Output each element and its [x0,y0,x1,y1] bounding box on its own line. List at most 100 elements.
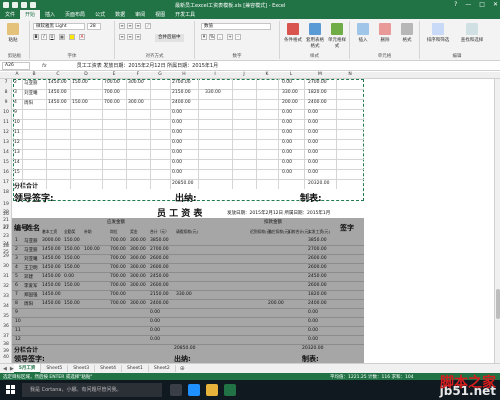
column-m[interactable]: M [304,72,336,77]
font-size-select[interactable]: 28 [87,23,101,30]
table-cell[interactable]: 0.00 [308,319,318,324]
align-left-icon[interactable]: ≡ [119,34,125,40]
paste-button[interactable]: 粘贴 [4,23,22,43]
cell[interactable]: 2400.00 [172,100,191,105]
row-number[interactable]: 34 [0,304,12,309]
sheet-tab-5yue[interactable]: 5月工资 [13,363,42,374]
table-cell[interactable]: 0.00 [308,337,318,342]
tab-insert[interactable]: 插入 [40,10,60,19]
sheet-tab-sheet3[interactable]: Sheet3 [68,365,96,372]
cell[interactable]: 10 [14,120,20,125]
table-cell[interactable]: 2 [15,247,18,252]
font-color-icon[interactable]: A [79,34,85,40]
table-cell[interactable]: 李爱军 [24,283,38,289]
row-number[interactable]: 32 [0,284,12,289]
table-cell[interactable]: 150.00 [64,256,80,261]
row-number[interactable]: 13 [0,140,12,145]
row-number[interactable]: 15 [0,160,12,165]
column-n[interactable]: N [336,72,364,77]
tab-file[interactable]: 文件 [0,10,20,19]
row-number[interactable]: 12 [0,130,12,135]
cell[interactable]: 0.00 [172,170,182,175]
column-b[interactable]: B [22,72,46,77]
vertical-scrollbar[interactable] [494,79,500,363]
currency-icon[interactable]: ¥ [201,34,207,40]
name-box[interactable]: A26 [2,61,30,70]
edge-browser-icon[interactable] [188,384,200,396]
cortana-search-box[interactable]: 我是 Cortana，小娜。有问题尽管问我。 [22,383,162,397]
cell[interactable]: 刘亚曦 [24,90,38,96]
tab-review[interactable]: 审阅 [130,10,150,19]
column-a[interactable]: A [12,72,22,77]
cell[interactable]: 150.00 [72,100,88,105]
row-number[interactable]: 17 [0,180,12,185]
row-number[interactable]: 11 [0,120,12,125]
column-f[interactable]: F [126,72,150,77]
row-number[interactable]: 7 [0,80,12,85]
tab-home[interactable]: 开始 [20,10,41,19]
column-d[interactable]: D [70,72,102,77]
cell[interactable]: 0.00 [308,150,318,155]
table-cell[interactable]: 700.00 [110,256,126,261]
row-number[interactable]: 36 [0,324,12,329]
table-cell[interactable]: 1450.00 [42,283,61,288]
cell[interactable]: 11 [14,130,20,135]
table-cell[interactable]: 2150.00 [150,292,169,297]
table-cell[interactable]: 0.00 [308,310,318,315]
fill-color-icon[interactable] [69,34,75,40]
row-number[interactable]: 18 [0,190,12,195]
table-cell[interactable]: 150.00 [64,247,80,252]
table-cell[interactable]: 2700.00 [150,247,169,252]
align-center-icon[interactable]: ≡ [127,34,133,40]
excel-taskbar-icon[interactable] [224,384,236,396]
column-c[interactable]: C [46,72,70,77]
table-cell[interactable]: 0.00 [150,310,160,315]
cell[interactable]: 2700.00 [172,80,191,85]
cell[interactable]: 0.00 [172,140,182,145]
table-cell[interactable]: 6 [15,283,18,288]
table-cell[interactable]: 0.00 [64,274,74,279]
cell[interactable]: 9 [14,110,17,115]
font-name-select[interactable]: 微软雅黑 Light [33,23,85,30]
sheet-tab-sheet1[interactable]: Sheet1 [122,365,149,372]
insert-button[interactable]: 插入 [352,23,374,43]
border-icon[interactable]: ▦ [59,34,65,40]
table-cell[interactable]: 2600.00 [308,265,327,270]
table-cell[interactable]: 2700.00 [308,247,327,252]
cell[interactable]: 0.00 [308,160,318,165]
format-button[interactable]: 格式 [396,23,418,43]
table-cell[interactable]: 0.00 [308,328,318,333]
cell[interactable]: 700.00 [104,90,120,95]
orientation-icon[interactable]: ⟋ [145,23,151,29]
undo-icon[interactable] [12,2,18,8]
table-cell[interactable]: 马亚丽 [24,247,38,253]
table-cell[interactable]: 1820.00 [308,292,327,297]
cell[interactable]: 0.00 [282,130,292,135]
cell[interactable]: 0.00 [282,80,292,85]
cell[interactable]: 700.00 [104,80,120,85]
merge-center-button[interactable]: 合并后居中 [155,34,184,42]
table-cell[interactable]: 700.00 [110,301,126,306]
table-cell[interactable]: 0.00 [150,319,160,324]
table-cell[interactable]: 700.00 [110,247,126,252]
table-cell[interactable]: 4 [15,265,18,270]
cell-style-button[interactable]: 单元格样式 [326,23,348,49]
table-cell[interactable]: 1450.00 [42,247,61,252]
decrease-decimal-icon[interactable]: - [235,34,241,40]
table-cell[interactable]: 700.00 [110,274,126,279]
table-cell[interactable]: 5 [15,274,18,279]
cell[interactable]: 0.00 [172,110,182,115]
italic-icon[interactable]: I [41,34,47,40]
column-k[interactable]: K [256,72,278,77]
table-cell[interactable]: 1 [15,238,18,243]
fx-icon[interactable]: fx [42,63,47,69]
cell[interactable]: 0.00 [282,110,292,115]
table-format-button[interactable]: 套用表格格式 [304,23,326,49]
scrollbar-thumb[interactable] [496,289,500,319]
row-number[interactable]: 26 [0,212,12,217]
conditional-format-button[interactable]: 条件格式 [282,23,304,43]
table-cell[interactable]: 700.00 [110,265,126,270]
sheet-tab-sheet4[interactable]: Sheet4 [95,365,122,372]
row-number[interactable]: 28 [0,244,12,249]
formula-input[interactable]: 员工工资表 发放日期：2015年2月12日 所属日期：2015年1月 [77,62,218,69]
